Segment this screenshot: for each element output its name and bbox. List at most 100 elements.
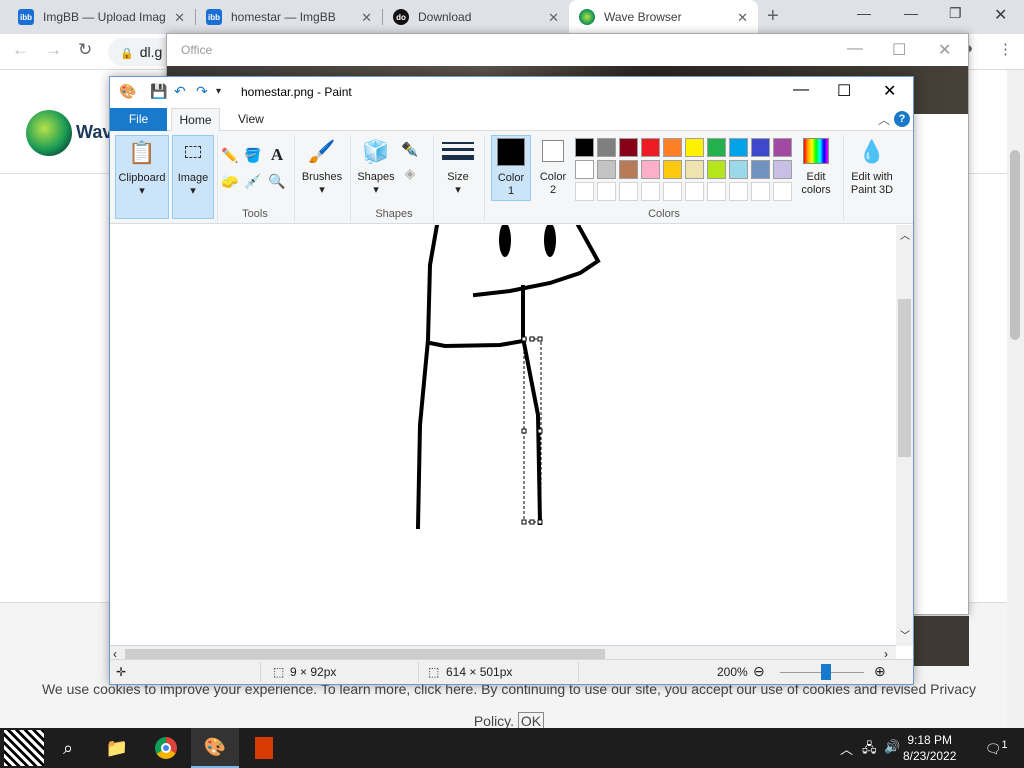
color-picker-icon[interactable]: 💉 (243, 171, 263, 191)
chevron-up-icon[interactable]: ︿ (900, 227, 910, 242)
file-explorer-icon[interactable]: 📁 (93, 728, 141, 768)
edit-with-paint3d-button[interactable]: 💧 Edit with Paint 3D (847, 135, 897, 197)
text-icon[interactable]: A (267, 145, 287, 165)
size-button[interactable]: Size ▾ (438, 135, 478, 197)
save-icon[interactable]: 💾 (150, 83, 167, 100)
redo-icon[interactable]: ↷ (196, 83, 208, 100)
maximize-icon[interactable]: ☐ (892, 40, 906, 60)
color1-button[interactable]: Color 1 (491, 135, 531, 201)
color-swatch[interactable] (729, 138, 748, 157)
custom-color-slot[interactable] (685, 182, 704, 201)
color-swatch[interactable] (751, 138, 770, 157)
edit-colors-button[interactable]: Edit colors (796, 135, 836, 197)
restore-icon[interactable]: ❐ (949, 5, 962, 22)
color-swatch[interactable] (575, 138, 594, 157)
custom-color-slot[interactable] (575, 182, 594, 201)
back-icon[interactable]: ← (12, 40, 29, 60)
color-swatch[interactable] (597, 160, 616, 179)
custom-color-slot[interactable] (773, 182, 792, 201)
close-icon[interactable]: ✕ (174, 10, 185, 26)
tab-homestar-imgbb[interactable]: ibb homestar — ImgBB ✕ (196, 0, 382, 34)
zoom-slider-thumb[interactable] (821, 664, 831, 680)
tab-file[interactable]: File (110, 108, 167, 131)
color-swatch[interactable] (685, 160, 704, 179)
canvas-vertical-scrollbar[interactable]: ︿ ﹀ (896, 225, 913, 646)
shapes-button[interactable]: 🧊 Shapes ▾ (354, 135, 398, 197)
color-swatch[interactable] (773, 160, 792, 179)
zoom-in-icon[interactable]: ⊕ (874, 663, 886, 680)
chevron-up-icon[interactable]: ︿ (840, 739, 853, 758)
undo-icon[interactable]: ↶ (174, 83, 186, 100)
custom-color-slot[interactable] (663, 182, 682, 201)
forward-icon[interactable]: → (45, 40, 62, 60)
minimize-icon[interactable]: — (793, 81, 809, 99)
color-swatch[interactable] (773, 138, 792, 157)
color-swatch[interactable] (641, 138, 660, 157)
volume-icon[interactable]: 🔊 (884, 739, 900, 755)
chrome-icon[interactable] (142, 728, 190, 768)
color-swatch[interactable] (619, 138, 638, 157)
color-swatch[interactable] (597, 138, 616, 157)
tab-home[interactable]: Home (171, 108, 220, 132)
network-icon[interactable]: 🖧 (862, 739, 877, 761)
color-swatch[interactable] (707, 160, 726, 179)
zoom-out-icon[interactable]: ⊖ (753, 663, 765, 680)
tab-imgbb-upload[interactable]: ibb ImgBB — Upload Imag ✕ (0, 0, 195, 34)
brushes-button[interactable]: 🖌️ Brushes ▾ (298, 135, 346, 197)
help-icon[interactable]: ? (894, 111, 910, 127)
eraser-icon[interactable]: 🧽 (220, 171, 240, 191)
color-swatch[interactable] (575, 160, 594, 179)
color2-button[interactable]: Color 2 (534, 135, 572, 197)
close-icon[interactable]: ✕ (361, 10, 372, 26)
close-icon[interactable]: ✕ (548, 10, 559, 26)
new-tab-button[interactable]: + (767, 5, 779, 28)
minimize-icon[interactable]: — (847, 40, 863, 58)
color-swatch[interactable] (751, 160, 770, 179)
paint-taskbar-icon[interactable]: 🎨 (191, 728, 239, 768)
pencil-icon[interactable]: ✏️ (220, 145, 240, 165)
fill-shape-icon[interactable]: ◈ (400, 163, 420, 183)
start-avatar-icon[interactable] (0, 728, 48, 768)
custom-color-slot[interactable] (729, 182, 748, 201)
outline-icon[interactable]: ✒️ (400, 139, 420, 159)
chevron-down-icon[interactable]: ﹀ (900, 627, 910, 642)
reload-icon[interactable]: ↻ (78, 40, 92, 60)
color-swatch[interactable] (663, 160, 682, 179)
maximize-icon[interactable]: ☐ (837, 81, 851, 101)
color-swatch[interactable] (619, 160, 638, 179)
color-swatch[interactable] (641, 160, 660, 179)
clipboard-button[interactable]: 📋 Clipboard ▾ (115, 135, 169, 219)
collapse-ribbon-icon[interactable]: ︿ (878, 111, 890, 128)
wave-logo-icon[interactable] (26, 110, 72, 156)
page-scrollbar[interactable] (1007, 70, 1024, 728)
close-icon[interactable]: ✕ (938, 40, 951, 60)
custom-color-slot[interactable] (597, 182, 616, 201)
tab-download[interactable]: do Download ✕ (383, 0, 569, 34)
custom-color-slot[interactable] (707, 182, 726, 201)
menu-icon[interactable]: ⋮ (998, 40, 1013, 58)
image-button[interactable]: Image ▾ (172, 135, 214, 219)
tab-wave-browser[interactable]: Wave Browser ✕ (569, 0, 758, 34)
customize-qat-icon[interactable]: ▾ (216, 86, 221, 97)
clock[interactable]: 9:18 PM 8/23/2022 (903, 732, 956, 764)
close-icon[interactable]: ✕ (737, 10, 748, 26)
close-icon[interactable]: ✕ (994, 5, 1007, 25)
tab-view[interactable]: View (238, 108, 264, 131)
custom-color-slot[interactable] (619, 182, 638, 201)
color-swatch[interactable] (663, 138, 682, 157)
minimize-icon[interactable]: — (857, 5, 871, 21)
notification-icon[interactable]: 🗨1 (985, 739, 1008, 757)
minimize-icon[interactable]: — (904, 5, 918, 21)
color-swatch[interactable] (685, 138, 704, 157)
drawing-canvas[interactable] (110, 225, 896, 645)
paint-app-icon[interactable]: 🎨 (119, 83, 136, 100)
close-icon[interactable]: ✕ (883, 81, 896, 101)
custom-color-slot[interactable] (751, 182, 770, 201)
search-icon[interactable]: ⌕ (44, 728, 92, 768)
custom-color-slot[interactable] (641, 182, 660, 201)
magnifier-icon[interactable]: 🔍 (267, 171, 287, 191)
office-icon[interactable] (240, 728, 288, 768)
fill-icon[interactable]: 🪣 (243, 145, 263, 165)
color-swatch[interactable] (729, 160, 748, 179)
color-swatch[interactable] (707, 138, 726, 157)
